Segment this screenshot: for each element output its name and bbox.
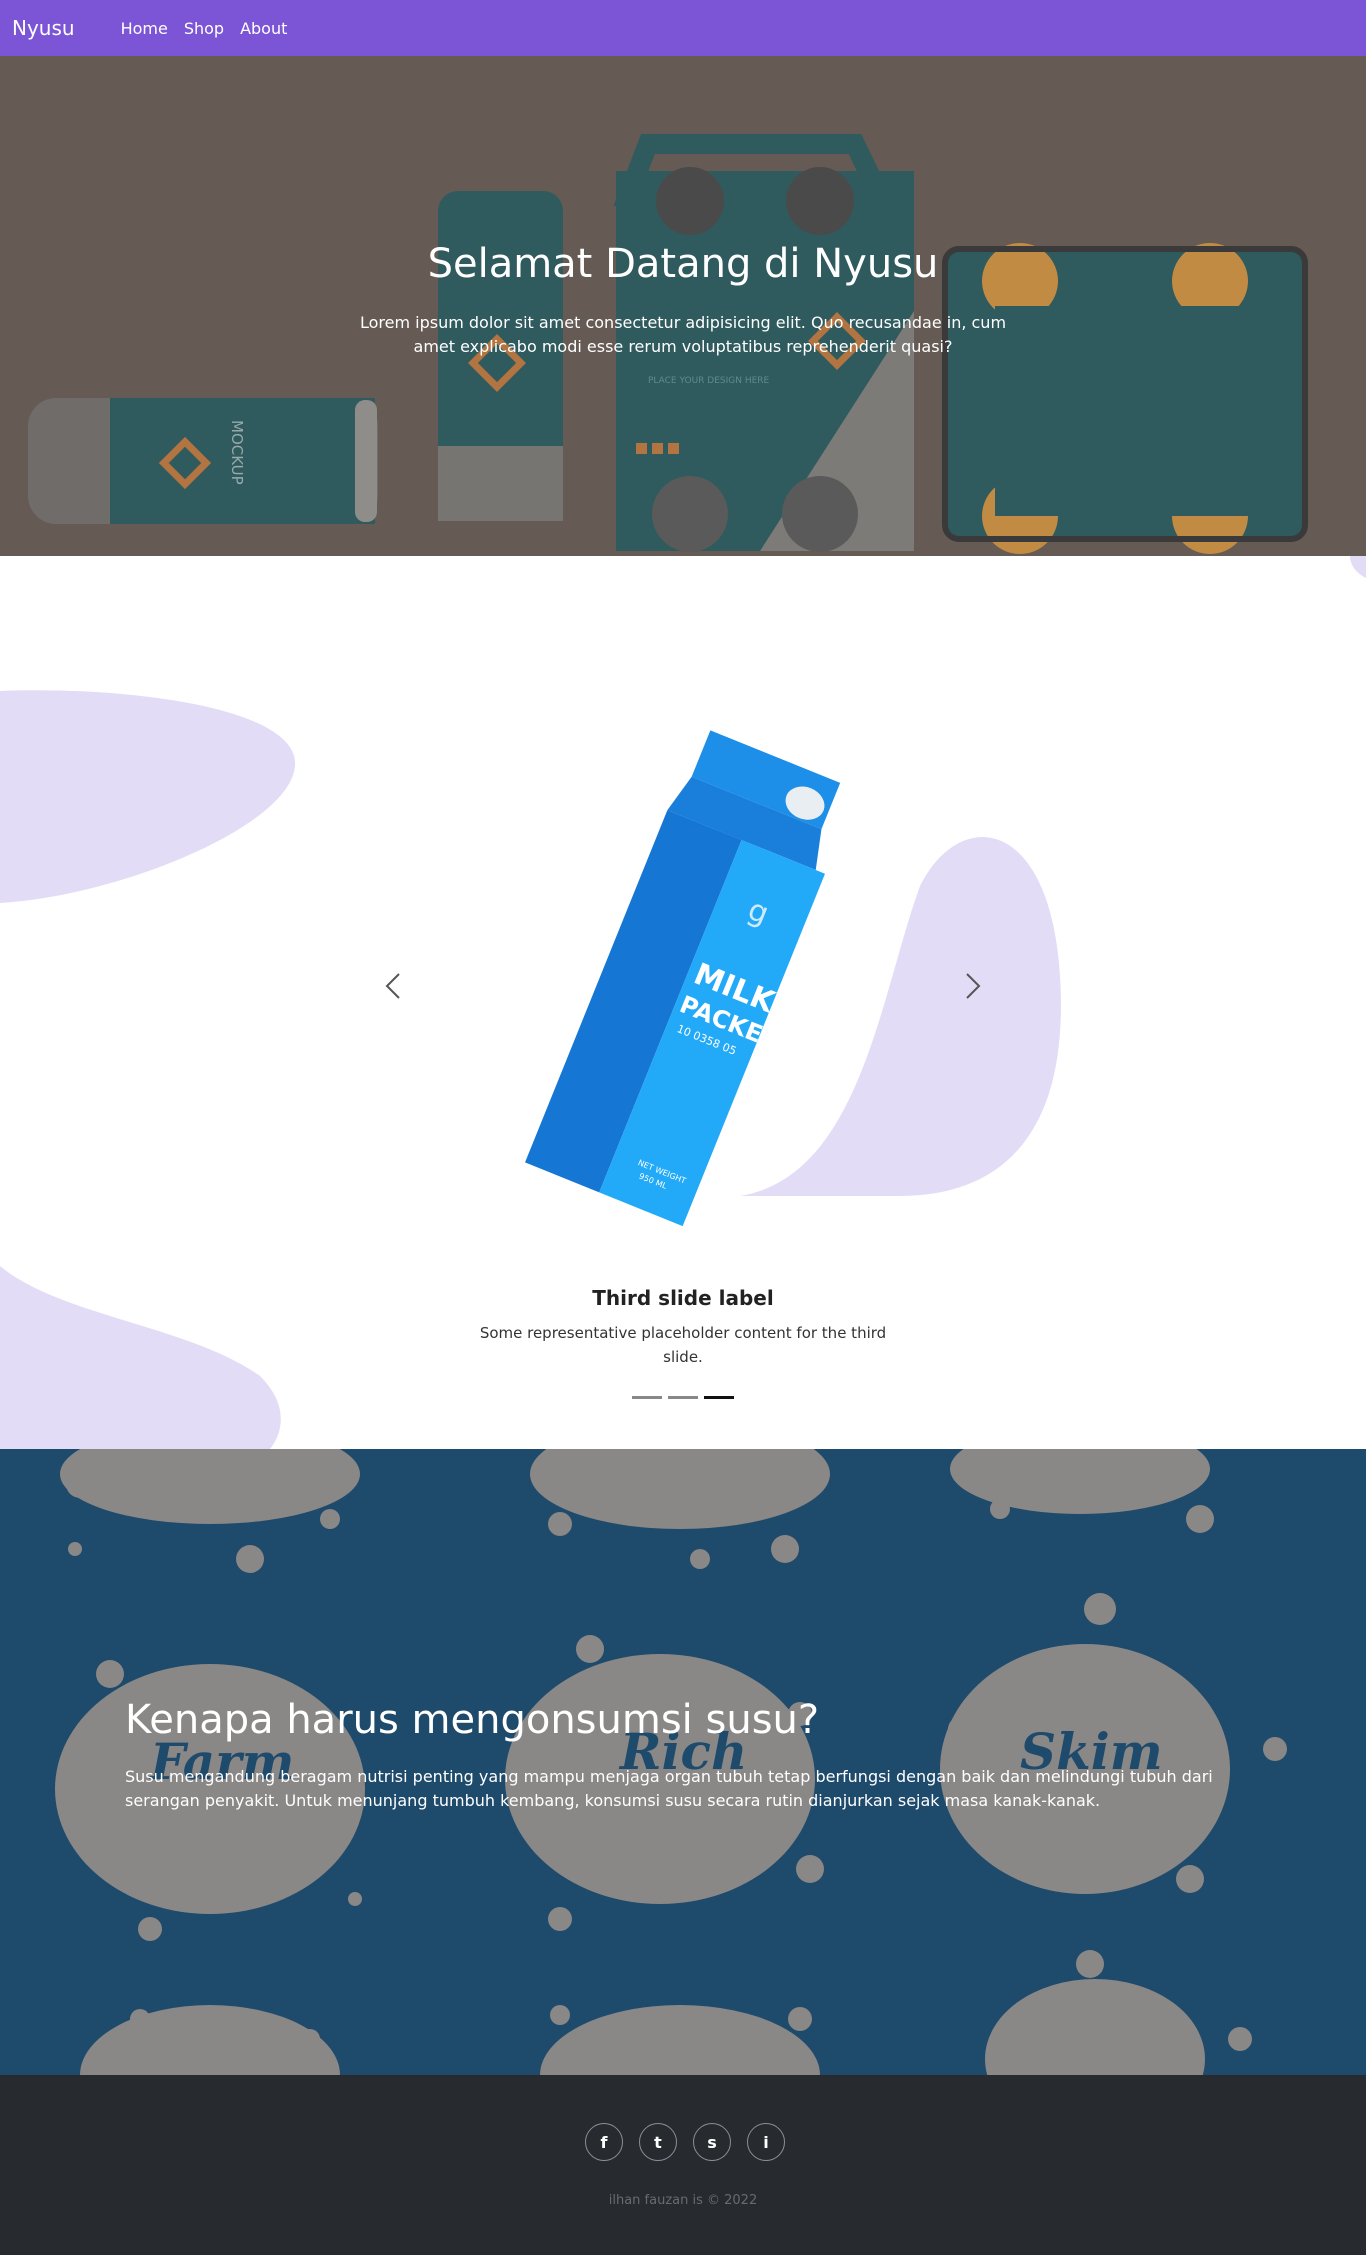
carousel-indicator-3[interactable] [704, 1396, 734, 1399]
nav-links: Home Shop About [121, 19, 288, 38]
snapchat-icon[interactable]: s [693, 2123, 731, 2161]
four-pack-image [942, 243, 1308, 554]
navbar: Nyusu Home Shop About [0, 0, 1366, 56]
carousel-indicator-2[interactable] [668, 1396, 698, 1399]
hero-title: Selamat Datang di Nyusu [427, 241, 939, 287]
nav-link-home[interactable]: Home [121, 19, 168, 38]
why-milk-section: Farm Rich Skim Kenapa harus mengonsumsi … [0, 1449, 1366, 2075]
hero-background-image: MOCKUP PLACE YOUR DESIGN HERE [28, 134, 1308, 554]
svg-text:PLACE YOUR DESIGN HERE: PLACE YOUR DESIGN HERE [648, 376, 770, 386]
carousel-next-button[interactable] [953, 966, 993, 1006]
nav-link-shop[interactable]: Shop [184, 19, 224, 38]
facebook-icon[interactable]: f [585, 2123, 623, 2161]
svg-text:MOCKUP: MOCKUP [228, 420, 246, 485]
nav-link-about[interactable]: About [240, 19, 287, 38]
instagram-icon[interactable]: i [747, 2123, 785, 2161]
footer: f t s i ilhan fauzan is © 2022 [0, 2075, 1366, 2255]
product-carousel: g MILK PACKET 10 0358 05 NET WEIGHT 950 … [0, 556, 1366, 1449]
carousel-caption-title: Third slide label [592, 1286, 774, 1310]
hero-description: Lorem ipsum dolor sit amet consectetur a… [359, 313, 1007, 356]
social-links: f t s i [585, 2123, 785, 2161]
carousel-prev-button[interactable] [373, 966, 413, 1006]
milk-splash-pattern: Farm Rich Skim [55, 1449, 1287, 2075]
lying-can-image: MOCKUP [28, 398, 378, 524]
twitter-icon[interactable]: t [639, 2123, 677, 2161]
copyright-text: ilhan fauzan is © 2022 [608, 2193, 758, 2208]
chevron-left-icon [385, 973, 400, 999]
why-milk-text: Susu mengandung beragam nutrisi penting … [125, 1767, 1213, 1810]
carousel-caption-text: Some representative placeholder content … [479, 1324, 887, 1366]
carousel-indicator-1[interactable] [632, 1396, 662, 1399]
why-milk-title: Kenapa harus mengonsumsi susu? [125, 1697, 820, 1743]
brand-logo[interactable]: Nyusu [12, 16, 75, 40]
hero-section: MOCKUP PLACE YOUR DESIGN HERE Selamat Da… [0, 56, 1366, 556]
carousel-indicators [632, 1396, 734, 1399]
chevron-right-icon [966, 973, 981, 999]
milk-carton-image: g MILK PACKET 10 0358 05 NET WEIGHT 950 … [525, 730, 841, 1227]
